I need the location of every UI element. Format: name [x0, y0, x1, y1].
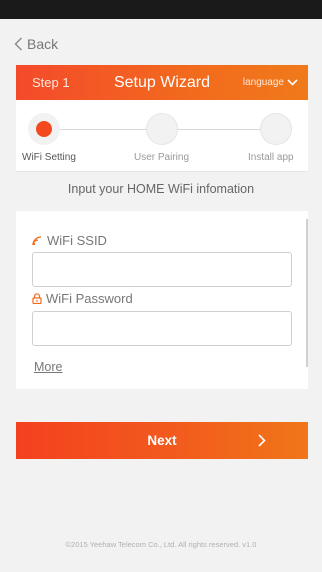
- ssid-input[interactable]: [32, 252, 292, 287]
- language-select[interactable]: language: [243, 65, 298, 100]
- more-link[interactable]: More: [34, 360, 62, 374]
- chevron-down-icon: [287, 79, 298, 86]
- step-caption-install-app: Install app: [248, 152, 294, 163]
- password-label: WiFi Password: [32, 291, 133, 306]
- chevron-right-icon: [258, 434, 266, 447]
- next-button[interactable]: Next: [16, 422, 308, 459]
- status-bar: [0, 0, 322, 19]
- back-label: Back: [27, 36, 59, 52]
- ssid-label-text: WiFi SSID: [47, 233, 107, 248]
- step-label: Step 1: [32, 75, 70, 90]
- password-label-text: WiFi Password: [46, 291, 133, 306]
- wifi-icon: [32, 235, 42, 245]
- wifi-form: WiFi SSID WiFi Password More: [16, 211, 308, 389]
- chevron-left-icon: [14, 37, 22, 51]
- wizard-header: Step 1 Setup Wizard language: [16, 65, 308, 100]
- back-button[interactable]: Back: [14, 34, 58, 54]
- step-caption-wifi-setting: WiFi Setting: [22, 152, 76, 163]
- language-label: language: [242, 77, 284, 88]
- step-caption-user-pairing: User Pairing: [134, 152, 190, 163]
- progress-indicator: WiFi Setting User Pairing Install app: [16, 100, 308, 172]
- progress-track: [58, 129, 148, 130]
- lock-icon: [32, 293, 42, 304]
- scrollbar[interactable]: [306, 219, 308, 367]
- password-input[interactable]: [32, 311, 292, 346]
- ssid-label: WiFi SSID: [32, 233, 107, 248]
- copyright-footer: ©2015 Yeehaw Telecom Co., Ltd. All right…: [65, 540, 257, 549]
- step-dot-user-pairing: [146, 113, 178, 145]
- instruction-text: Input your HOME WiFi infomation: [67, 182, 255, 196]
- progress-track: [176, 129, 264, 130]
- step-dot-wifi-setting: [28, 113, 60, 145]
- step-dot-install-app: [260, 113, 292, 145]
